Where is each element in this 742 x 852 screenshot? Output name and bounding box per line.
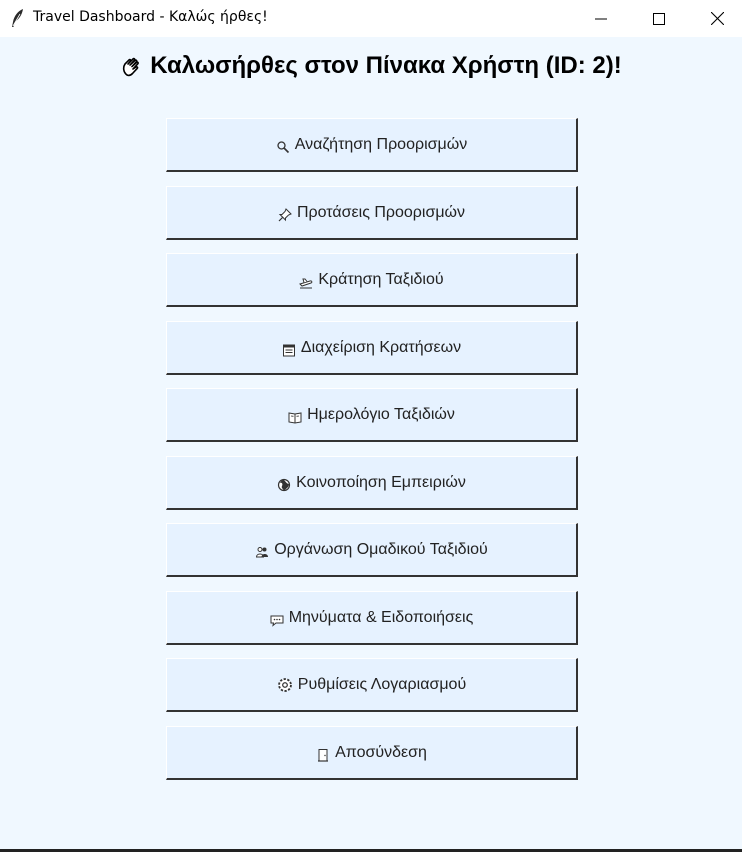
button-label: Αποσύνδεση — [335, 743, 427, 761]
group-icon — [256, 546, 269, 557]
button-label: Αναζήτηση Προορισμών — [294, 135, 468, 153]
button-label: Προτάσεις Προορισμών — [296, 203, 466, 221]
account-settings-button[interactable]: Ρυθμίσεις Λογαριασμού — [166, 658, 578, 712]
window-title: Travel Dashboard - Καλώς ήρθες! — [33, 9, 268, 25]
notepad-icon — [282, 344, 295, 356]
button-label: Μηνύματα & Ειδοποιήσεις — [288, 608, 474, 626]
book-trip-button[interactable]: Κράτηση Ταξιδιού — [166, 253, 578, 307]
travel-journal-button[interactable]: Ημερολόγιο Ταξιδιών — [166, 388, 578, 442]
welcome-heading: Καλωσήρθες στον Πίνακα Χρήστη (ID: 2)! — [0, 52, 742, 80]
door-icon — [318, 748, 329, 762]
logout-button[interactable]: Αποσύνδεση — [166, 726, 578, 780]
button-label: Κράτηση Ταξιδιού — [318, 270, 444, 288]
search-destinations-button[interactable]: Αναζήτηση Προορισμών — [166, 118, 578, 172]
minimize-icon — [595, 18, 607, 19]
waving-hand-icon — [123, 57, 140, 76]
close-icon — [710, 12, 724, 25]
maximize-icon — [653, 12, 665, 25]
button-label: Κοινοποίηση Εμπειριών — [296, 473, 466, 491]
share-experiences-button[interactable]: Κοινοποίηση Εμπειριών — [166, 456, 578, 510]
close-button[interactable] — [688, 0, 742, 37]
title-bar: Travel Dashboard - Καλώς ήρθες! — [0, 0, 742, 37]
button-label: Διαχείριση Κρατήσεων — [300, 338, 462, 356]
destination-suggestions-button[interactable]: Προτάσεις Προορισμών — [166, 186, 578, 240]
button-label: Ημερολόγιο Ταξιδιών — [307, 405, 455, 423]
heading-text: Καλωσήρθες στον Πίνακα Χρήστη (ID: 2)! — [150, 52, 622, 79]
pushpin-icon — [278, 207, 292, 221]
group-trip-button[interactable]: Οργάνωση Ομαδικού Ταξιδιού — [166, 523, 578, 577]
gear-icon — [277, 677, 292, 692]
minimize-button[interactable] — [572, 0, 630, 37]
book-icon — [288, 411, 302, 424]
globe-icon — [278, 478, 291, 491]
maximize-button[interactable] — [630, 0, 688, 37]
airplane-icon — [299, 278, 313, 288]
messages-notifications-button[interactable]: Μηνύματα & Ειδοποιήσεις — [166, 591, 578, 645]
button-label: Ρυθμίσεις Λογαριασμού — [297, 675, 467, 693]
magnifier-icon — [277, 140, 289, 153]
button-label: Οργάνωση Ομαδικού Ταξιδιού — [274, 540, 488, 558]
feather-icon — [12, 9, 23, 27]
speech-bubble-icon — [270, 615, 284, 627]
manage-bookings-button[interactable]: Διαχείριση Κρατήσεων — [166, 321, 578, 375]
